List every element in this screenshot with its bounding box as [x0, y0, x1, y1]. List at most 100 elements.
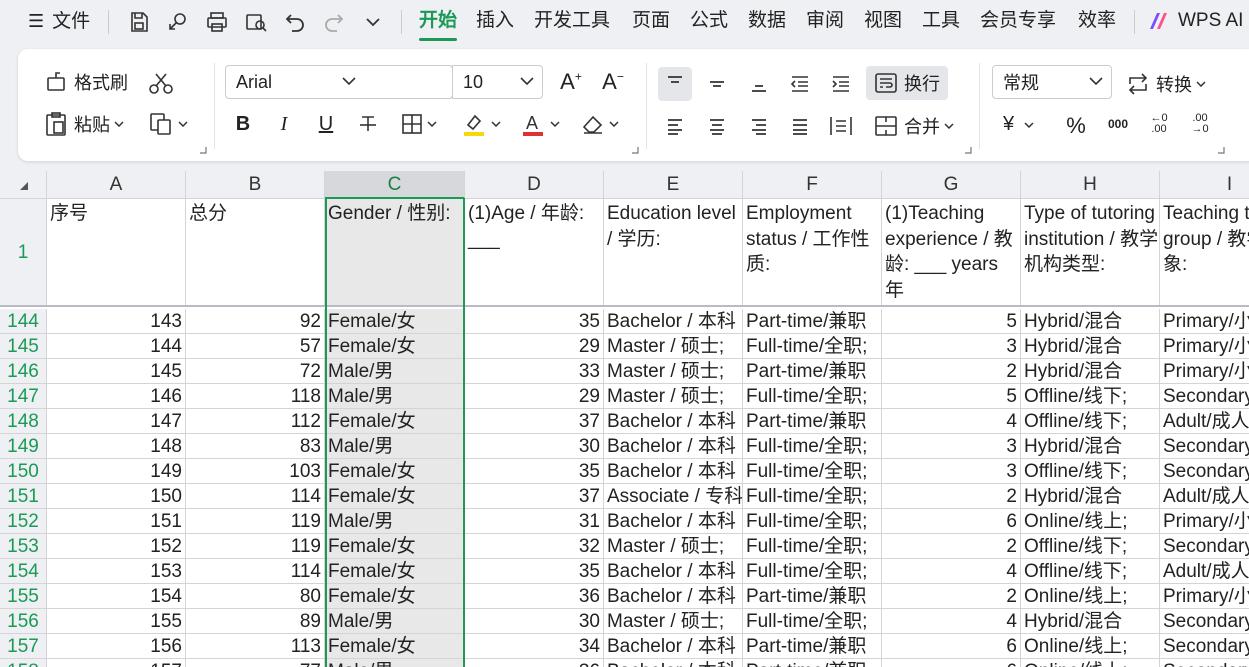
- cell-e[interactable]: Bachelor / 本科: [604, 509, 743, 534]
- cell-h[interactable]: Hybrid/混合: [1021, 359, 1160, 384]
- copy-button[interactable]: [148, 111, 188, 137]
- row-header[interactable]: 150: [0, 459, 47, 484]
- decrease-indent-button[interactable]: [785, 69, 815, 99]
- font-name-select[interactable]: Arial: [225, 65, 453, 99]
- cell-g[interactable]: 4: [882, 409, 1021, 434]
- cell-i[interactable]: Secondary: [1160, 534, 1249, 559]
- cell-d[interactable]: 35: [465, 559, 604, 584]
- header-cell-d[interactable]: (1)Age / 年龄: ___: [465, 199, 604, 307]
- cell-a[interactable]: 149: [47, 459, 186, 484]
- cell-d[interactable]: 37: [465, 484, 604, 509]
- cell-h[interactable]: Online/线上;: [1021, 584, 1160, 609]
- group-expand-icon[interactable]: [964, 146, 972, 154]
- cell-b[interactable]: 119: [186, 534, 325, 559]
- undo-icon[interactable]: [283, 10, 307, 34]
- cell-h[interactable]: Hybrid/混合: [1021, 334, 1160, 359]
- cell-c[interactable]: Male/男: [325, 659, 465, 667]
- cell-c[interactable]: Female/女: [325, 409, 465, 434]
- cell-h[interactable]: Offline/线下;: [1021, 409, 1160, 434]
- cell-b[interactable]: 114: [186, 484, 325, 509]
- align-right-button[interactable]: [744, 111, 774, 141]
- cell-i[interactable]: Secondary: [1160, 634, 1249, 659]
- cell-d[interactable]: 35: [465, 309, 604, 334]
- header-cell-i[interactable]: Teaching target group / 教学对象:: [1160, 199, 1249, 307]
- cell-b[interactable]: 114: [186, 559, 325, 584]
- cell-d[interactable]: 29: [465, 334, 604, 359]
- tab-home[interactable]: 开始: [419, 9, 457, 33]
- cell-e[interactable]: Bachelor / 本科: [604, 559, 743, 584]
- justify-button[interactable]: [785, 111, 815, 141]
- cell-c[interactable]: Female/女: [325, 559, 465, 584]
- cell-e[interactable]: Master / 硕士;: [604, 384, 743, 409]
- cell-i[interactable]: Secondary: [1160, 434, 1249, 459]
- align-center-button[interactable]: [702, 111, 732, 141]
- cell-b[interactable]: 77: [186, 659, 325, 667]
- clear-format-button[interactable]: [581, 113, 619, 135]
- cell-g[interactable]: 2: [882, 584, 1021, 609]
- header-cell-b[interactable]: 总分: [186, 199, 325, 307]
- cell-d[interactable]: 37: [465, 409, 604, 434]
- cell-c[interactable]: Female/女: [325, 534, 465, 559]
- percent-button[interactable]: %: [1061, 111, 1091, 141]
- cell-a[interactable]: 145: [47, 359, 186, 384]
- tab-data[interactable]: 数据: [748, 9, 786, 33]
- cell-c[interactable]: Female/女: [325, 584, 465, 609]
- group-expand-icon[interactable]: [1217, 146, 1225, 154]
- cell-c[interactable]: Male/男: [325, 384, 465, 409]
- align-bottom-button[interactable]: [744, 69, 774, 99]
- header-cell-e[interactable]: Education level / 学历:: [604, 199, 743, 307]
- cell-c[interactable]: Female/女: [325, 459, 465, 484]
- cell-a[interactable]: 153: [47, 559, 186, 584]
- cell-a[interactable]: 151: [47, 509, 186, 534]
- cell-a[interactable]: 150: [47, 484, 186, 509]
- column-header-f[interactable]: F: [743, 171, 882, 199]
- cell-c[interactable]: Male/男: [325, 609, 465, 634]
- cell-h[interactable]: Online/线上;: [1021, 509, 1160, 534]
- cell-f[interactable]: Full-time/全职;: [743, 459, 882, 484]
- print-icon[interactable]: [205, 10, 229, 34]
- file-menu[interactable]: ☰ 文件: [28, 9, 90, 34]
- header-cell-a[interactable]: 序号: [47, 199, 186, 307]
- italic-button[interactable]: I: [269, 109, 299, 139]
- cell-b[interactable]: 113: [186, 634, 325, 659]
- column-header-h[interactable]: H: [1021, 171, 1160, 199]
- cell-g[interactable]: 2: [882, 359, 1021, 384]
- cell-b[interactable]: 57: [186, 334, 325, 359]
- underline-button[interactable]: U: [311, 109, 341, 139]
- strikethrough-button[interactable]: [353, 109, 383, 139]
- row-header[interactable]: 151: [0, 484, 47, 509]
- bold-button[interactable]: B: [228, 109, 258, 139]
- row-header[interactable]: 152: [0, 509, 47, 534]
- row-header[interactable]: 153: [0, 534, 47, 559]
- cell-b[interactable]: 83: [186, 434, 325, 459]
- cell-f[interactable]: Part-time/兼职: [743, 659, 882, 667]
- cell-c[interactable]: Female/女: [325, 484, 465, 509]
- cell-g[interactable]: 2: [882, 534, 1021, 559]
- cell-h[interactable]: Offline/线下;: [1021, 559, 1160, 584]
- cell-g[interactable]: 5: [882, 309, 1021, 334]
- cell-c[interactable]: Female/女: [325, 334, 465, 359]
- cell-d[interactable]: 36: [465, 584, 604, 609]
- cell-f[interactable]: Full-time/全职;: [743, 609, 882, 634]
- cell-e[interactable]: Bachelor / 本科: [604, 459, 743, 484]
- cell-g[interactable]: 3: [882, 434, 1021, 459]
- cell-d[interactable]: 30: [465, 434, 604, 459]
- fill-color-button[interactable]: [461, 111, 501, 137]
- borders-button[interactable]: [401, 113, 437, 135]
- tab-insert[interactable]: 插入: [476, 9, 514, 33]
- cell-e[interactable]: Master / 硕士;: [604, 609, 743, 634]
- cell-i[interactable]: Primary/小学: [1160, 334, 1249, 359]
- header-cell-h[interactable]: Type of tutoring institution / 教学机构类型:: [1021, 199, 1160, 307]
- tab-member[interactable]: 会员专享: [980, 9, 1056, 33]
- cell-d[interactable]: 35: [465, 459, 604, 484]
- cell-a[interactable]: 146: [47, 384, 186, 409]
- cell-d[interactable]: 30: [465, 609, 604, 634]
- font-color-button[interactable]: A: [520, 111, 560, 137]
- cell-i[interactable]: Primary/小学: [1160, 584, 1249, 609]
- cut-button[interactable]: [148, 71, 174, 95]
- spreadsheet-grid[interactable]: A B C D E F G H I 1 序号 总分 Gender / 性别: (1)Age / 年龄: _…: [0, 171, 1249, 667]
- increase-indent-button[interactable]: [826, 69, 856, 99]
- cell-i[interactable]: Adult/成人: [1160, 484, 1249, 509]
- group-expand-icon[interactable]: [631, 146, 639, 154]
- cell-h[interactable]: Offline/线下;: [1021, 534, 1160, 559]
